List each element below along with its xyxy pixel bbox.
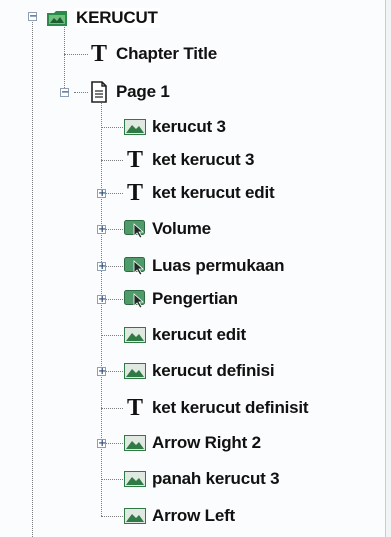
expand-toggle[interactable]: + <box>97 189 106 199</box>
tree-item-label: kerucut definisi <box>152 361 275 380</box>
collapse-toggle-root[interactable]: − <box>28 12 37 22</box>
collapse-toggle-page-1[interactable]: − <box>60 88 69 98</box>
expand-toggle[interactable]: + <box>97 439 106 449</box>
image-icon <box>124 117 146 137</box>
tree-item-label: kerucut 3 <box>152 117 226 136</box>
tree-item-label: Chapter Title <box>116 44 217 63</box>
tree-guide-line <box>101 516 123 517</box>
text-t-icon: T <box>126 180 143 206</box>
image-icon <box>124 325 146 345</box>
expand-toggle[interactable]: + <box>97 367 106 377</box>
tree-guide-line <box>101 479 123 480</box>
tree-item-label: Arrow Left <box>152 506 236 525</box>
tree-item-label: Luas permukaan <box>152 256 285 275</box>
tree-item-label: KERUCUT <box>74 8 160 28</box>
tree-view[interactable]: − KERUCUT T Chapter Title − Page 1 keruc… <box>0 0 386 537</box>
tree-item-pengertian[interactable]: Pengertian <box>124 286 238 312</box>
tree-item-kerucut-3[interactable]: kerucut 3 <box>124 114 226 140</box>
tree-guide-line <box>101 160 123 161</box>
image-icon <box>124 469 146 489</box>
tree-item-label: Volume <box>152 219 211 238</box>
tree-item-label: panah kerucut 3 <box>152 469 280 488</box>
expand-toggle[interactable]: + <box>97 295 106 305</box>
tree-item-arrow-left[interactable]: Arrow Left <box>124 503 235 529</box>
button-cursor-icon <box>124 256 146 276</box>
tree-guide-line <box>74 92 88 93</box>
text-t-icon: T <box>90 41 107 67</box>
tree-guide-line <box>101 100 102 516</box>
tree-item-label: ket kerucut 3 <box>152 150 255 169</box>
expand-toggle[interactable]: + <box>97 225 106 235</box>
tree-guide-line <box>101 335 123 336</box>
tree-item-label: Arrow Right 2 <box>152 433 261 452</box>
tree-item-volume[interactable]: Volume <box>124 216 211 242</box>
tree-item-root[interactable]: KERUCUT <box>46 5 160 31</box>
tree-item-luas-permukaan[interactable]: Luas permukaan <box>124 253 285 279</box>
tree-item-kerucut-edit[interactable]: kerucut edit <box>124 322 246 348</box>
expand-toggle[interactable]: + <box>97 262 106 272</box>
tree-guide-line <box>101 127 123 128</box>
tree-item-ket-kerucut-definisit[interactable]: T ket kerucut definisit <box>124 395 309 421</box>
tree-guide-line <box>32 22 33 537</box>
tree-item-page-1[interactable]: Page 1 <box>88 79 170 105</box>
book-folder-icon <box>46 8 68 28</box>
text-t-icon: T <box>126 147 143 173</box>
tree-item-ket-kerucut-edit[interactable]: T ket kerucut edit <box>124 180 275 206</box>
button-cursor-icon <box>124 219 146 239</box>
tree-item-label: kerucut edit <box>152 325 246 344</box>
tree-item-ket-kerucut-3[interactable]: T ket kerucut 3 <box>124 147 254 173</box>
tree-item-panah-kerucut-3[interactable]: panah kerucut 3 <box>124 466 280 492</box>
tree-guide-line <box>64 54 88 55</box>
tree-guide-line <box>101 408 123 409</box>
tree-guide-line <box>64 22 65 92</box>
page-icon <box>88 81 110 103</box>
tree-item-arrow-right-2[interactable]: Arrow Right 2 <box>124 430 261 456</box>
image-icon <box>124 433 146 453</box>
tree-item-kerucut-definisi[interactable]: kerucut definisi <box>124 358 275 384</box>
text-t-icon: T <box>126 395 143 421</box>
tree-item-label: Page 1 <box>116 82 170 101</box>
image-icon <box>124 361 146 381</box>
tree-item-chapter-title[interactable]: T Chapter Title <box>88 41 217 67</box>
tree-item-label: ket kerucut edit <box>152 183 275 202</box>
tree-item-label: Pengertian <box>152 289 238 308</box>
image-icon <box>124 506 146 526</box>
tree-item-label: ket kerucut definisit <box>152 398 309 417</box>
button-cursor-icon <box>124 289 146 309</box>
